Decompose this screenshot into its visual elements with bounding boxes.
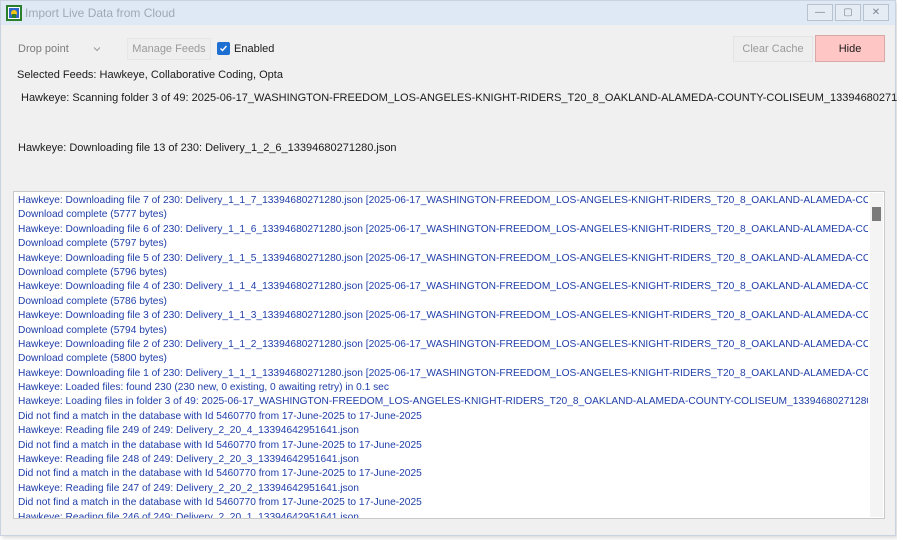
activity-log[interactable]: Hawkeye: Downloading file 7 of 230: Deli… bbox=[13, 191, 885, 519]
window-controls: — ▢ ✕ bbox=[807, 4, 889, 21]
maximize-icon: ▢ bbox=[843, 7, 853, 18]
hide-label: Hide bbox=[838, 42, 862, 55]
close-icon: ✕ bbox=[871, 7, 881, 18]
log-line: Download complete (5796 bytes) bbox=[18, 266, 167, 278]
toolbar: Drop point Manage Feeds Enabled Clear Ca… bbox=[13, 35, 885, 63]
feed-type-dropdown[interactable]: Drop point bbox=[13, 38, 109, 60]
log-line: Hawkeye: Downloading file 5 of 230: Deli… bbox=[18, 252, 868, 264]
background-edge bbox=[897, 0, 903, 540]
log-line: Hawkeye: Downloading file 3 of 230: Deli… bbox=[18, 310, 868, 322]
window-title: Import Live Data from Cloud bbox=[25, 6, 176, 20]
log-line: Download complete (5800 bytes) bbox=[18, 353, 167, 365]
log-line: Hawkeye: Downloading file 7 of 230: Deli… bbox=[18, 195, 868, 206]
log-line: Hawkeye: Downloading file 2 of 230: Deli… bbox=[18, 338, 868, 350]
log-line: Did not find a match in the database wit… bbox=[18, 497, 422, 509]
log-line: Did not find a match in the database wit… bbox=[18, 439, 422, 451]
log-line: Hawkeye: Loaded files: found 230 (230 ne… bbox=[18, 382, 389, 394]
log-line: Hawkeye: Reading file 246 of 249: Delive… bbox=[18, 511, 359, 519]
minimize-icon: — bbox=[815, 7, 825, 18]
log-line: Download complete (5777 bytes) bbox=[18, 209, 167, 221]
hide-button[interactable]: Hide bbox=[815, 35, 885, 62]
log-line: Hawkeye: Reading file 249 of 249: Delive… bbox=[18, 425, 359, 437]
app-icon bbox=[6, 5, 22, 21]
maximize-button[interactable]: ▢ bbox=[835, 4, 861, 21]
enabled-label: Enabled bbox=[234, 42, 275, 55]
enabled-checkbox[interactable] bbox=[217, 42, 230, 55]
log-line: Hawkeye: Reading file 247 of 249: Delive… bbox=[18, 482, 359, 494]
selected-feeds-text: Selected Feeds: Hawkeye, Collaborative C… bbox=[17, 69, 283, 81]
title-bar[interactable]: Import Live Data from Cloud — ▢ ✕ bbox=[1, 1, 895, 25]
log-line: Download complete (5797 bytes) bbox=[18, 238, 167, 250]
manage-feeds-button[interactable]: Manage Feeds bbox=[127, 38, 211, 60]
close-button[interactable]: ✕ bbox=[863, 4, 889, 21]
import-live-data-window: Import Live Data from Cloud — ▢ ✕ Drop p… bbox=[0, 0, 903, 536]
log-line: Hawkeye: Reading file 248 of 249: Delive… bbox=[18, 454, 359, 466]
log-line: Hawkeye: Downloading file 4 of 230: Deli… bbox=[18, 281, 868, 293]
scrollbar-thumb[interactable] bbox=[872, 207, 881, 221]
log-line: Hawkeye: Downloading file 1 of 230: Deli… bbox=[18, 367, 868, 379]
enabled-checkbox-group[interactable]: Enabled bbox=[217, 42, 274, 55]
dropdown-value: Drop point bbox=[18, 43, 69, 55]
log-line: Hawkeye: Loading files in folder 3 of 49… bbox=[18, 396, 868, 408]
clear-cache-button[interactable]: Clear Cache bbox=[733, 36, 813, 62]
log-scrollbar[interactable] bbox=[870, 193, 883, 517]
scanning-status-text: Hawkeye: Scanning folder 3 of 49: 2025-0… bbox=[21, 92, 903, 104]
downloading-status-text: Hawkeye: Downloading file 13 of 230: Del… bbox=[18, 142, 397, 154]
log-line: Hawkeye: Downloading file 6 of 230: Deli… bbox=[18, 223, 868, 235]
minimize-button[interactable]: — bbox=[807, 4, 833, 21]
chevron-down-icon bbox=[93, 47, 101, 52]
log-line: Did not find a match in the database wit… bbox=[18, 468, 422, 480]
checkmark-icon bbox=[220, 45, 228, 52]
log-line: Download complete (5786 bytes) bbox=[18, 295, 167, 307]
manage-feeds-label: Manage Feeds bbox=[132, 43, 206, 55]
log-line: Did not find a match in the database wit… bbox=[18, 410, 422, 422]
clear-cache-label: Clear Cache bbox=[742, 43, 804, 55]
log-lines: Hawkeye: Downloading file 7 of 230: Deli… bbox=[18, 194, 868, 519]
log-line: Download complete (5794 bytes) bbox=[18, 324, 167, 336]
